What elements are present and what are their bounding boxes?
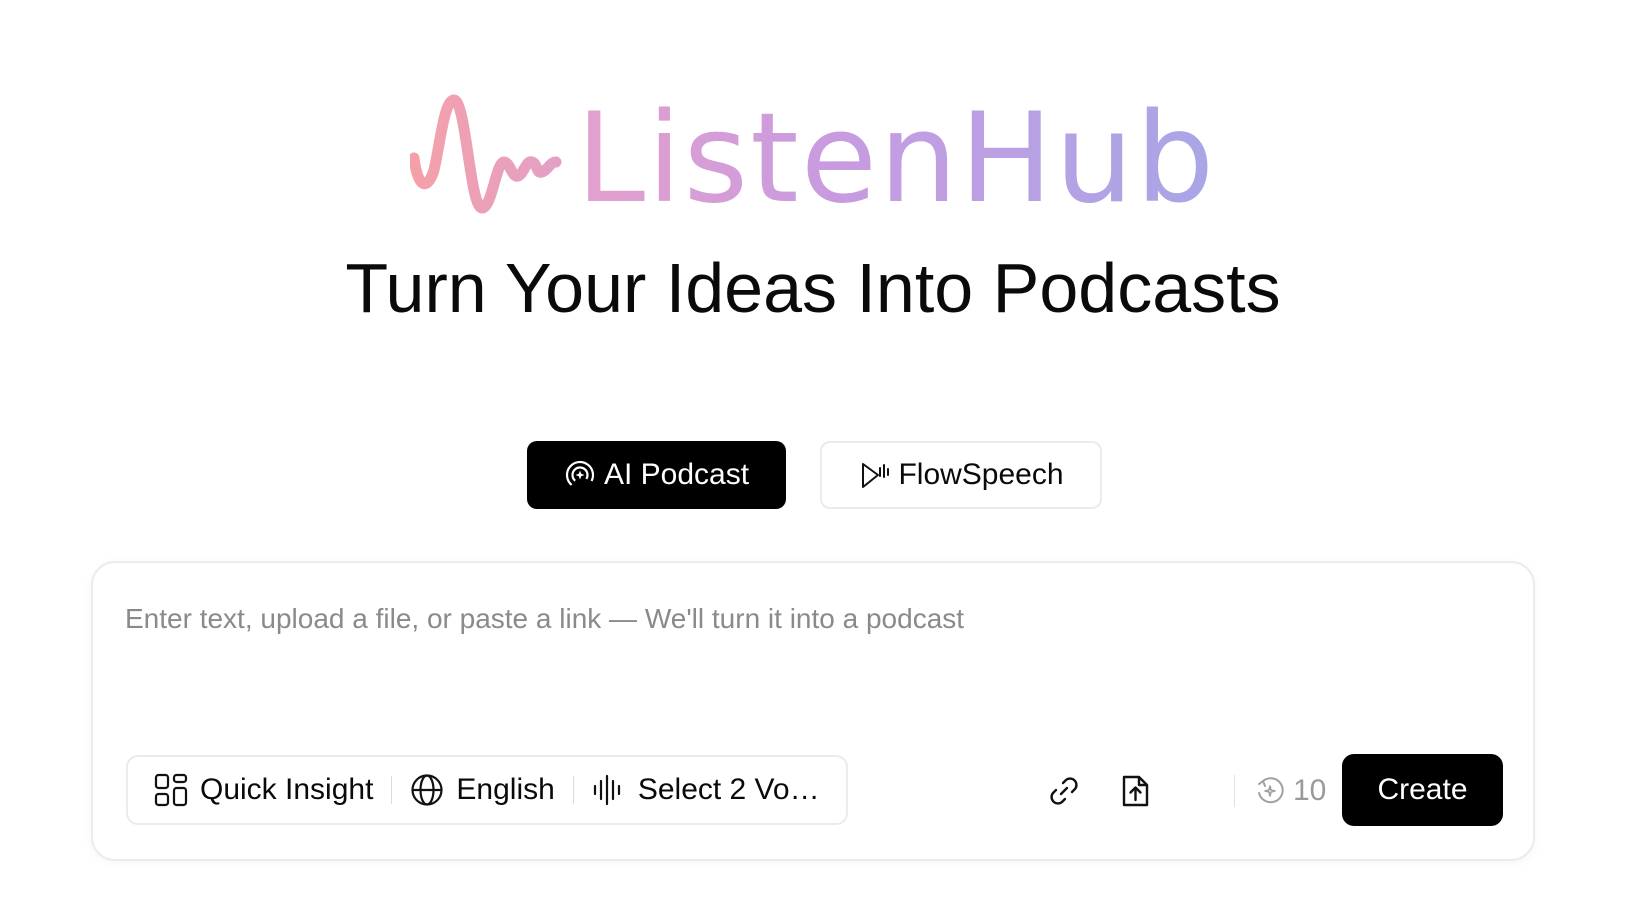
page: ListenHub Turn Your Ideas Into Podcasts …: [0, 0, 1626, 924]
options-bar: Quick Insight English Select 2 Vo…: [126, 755, 848, 825]
brand-name: ListenHub: [576, 87, 1217, 231]
language-label: English: [456, 773, 555, 806]
grid-icon: [154, 773, 188, 807]
divider: [572, 776, 574, 804]
divider: [391, 776, 393, 804]
waveform-logo-icon: [410, 94, 562, 214]
style-selector[interactable]: Quick Insight: [154, 773, 373, 807]
globe-icon: [410, 773, 444, 807]
upload-icon[interactable]: [1117, 773, 1153, 809]
credits-icon: [1255, 776, 1285, 806]
podcast-icon: [564, 459, 596, 491]
tab-flowspeech[interactable]: FlowSpeech: [820, 441, 1102, 509]
style-label: Quick Insight: [200, 773, 374, 806]
voice-label: Select 2 Vo…: [637, 773, 820, 806]
divider: [1234, 775, 1235, 807]
link-icon[interactable]: [1046, 773, 1082, 809]
tab-flowspeech-label: FlowSpeech: [898, 458, 1064, 491]
voice-wave-icon: [592, 773, 626, 807]
composer-card: Quick Insight English: [91, 561, 1535, 861]
credits-cost: 10: [1255, 771, 1326, 811]
flowspeech-icon: [858, 459, 890, 491]
language-selector[interactable]: English: [410, 773, 555, 807]
tab-ai-podcast[interactable]: AI Podcast: [527, 441, 786, 509]
brand-logo[interactable]: ListenHub: [410, 87, 1217, 231]
create-button[interactable]: Create: [1342, 754, 1503, 826]
tab-ai-podcast-label: AI Podcast: [603, 458, 750, 491]
prompt-input[interactable]: [125, 603, 1505, 635]
credits-value: 10: [1293, 774, 1327, 807]
page-headline: Turn Your Ideas Into Podcasts: [345, 249, 1281, 327]
voice-selector[interactable]: Select 2 Vo…: [592, 773, 820, 807]
